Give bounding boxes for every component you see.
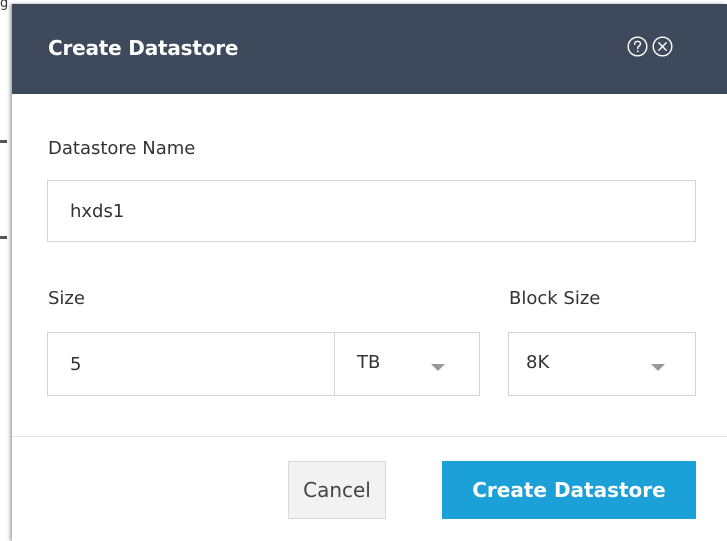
chevron-down-icon	[651, 364, 665, 371]
background-tick	[0, 236, 7, 239]
size-unit-value: TB	[357, 352, 381, 373]
background-glyph: g	[0, 0, 9, 11]
help-icon[interactable]	[627, 36, 648, 57]
footer-divider	[12, 436, 727, 437]
size-label: Size	[48, 288, 85, 309]
block-size-select[interactable]: 8K	[508, 332, 696, 396]
size-unit-select[interactable]: TB	[334, 332, 480, 396]
block-size-label: Block Size	[509, 288, 601, 309]
size-input[interactable]	[47, 332, 335, 396]
background-tick	[0, 140, 7, 143]
dialog-header: Create Datastore	[12, 4, 727, 94]
close-icon[interactable]	[652, 36, 673, 57]
block-size-value: 8K	[526, 352, 550, 373]
dialog-title: Create Datastore	[48, 36, 239, 60]
cancel-button[interactable]: Cancel	[288, 461, 386, 519]
create-datastore-dialog: Create Datastore Datastore Name Size TB …	[12, 4, 727, 541]
create-datastore-button[interactable]: Create Datastore	[442, 461, 696, 519]
datastore-name-label: Datastore Name	[48, 138, 196, 159]
background-window: g	[0, 0, 12, 541]
chevron-down-icon	[431, 364, 445, 371]
datastore-name-input[interactable]	[47, 180, 696, 242]
